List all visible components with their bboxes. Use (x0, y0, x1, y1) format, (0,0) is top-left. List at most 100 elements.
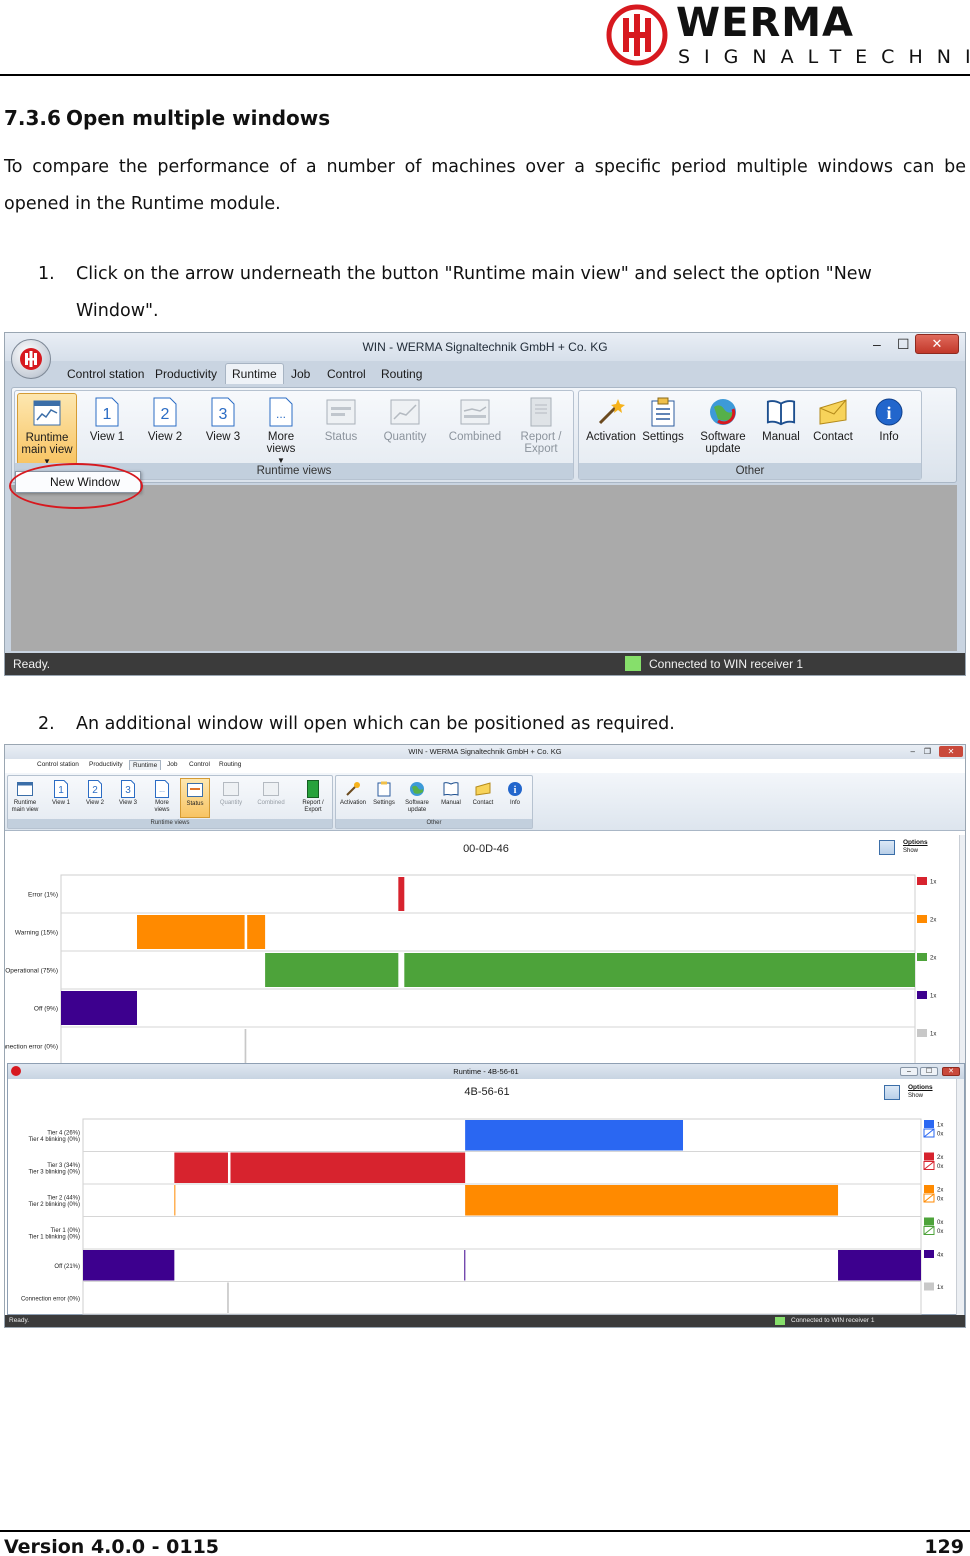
legend-swatch (917, 953, 927, 961)
timeline-segment[interactable] (244, 1029, 247, 1063)
timeline-segment[interactable] (137, 915, 245, 949)
quantity-button[interactable]: Quantity (216, 778, 246, 807)
ribbon: Runtime main view 1 View 1 2 View 2 3 Vi… (5, 773, 965, 831)
close-button[interactable]: ✕ (939, 746, 963, 757)
maximize-button[interactable]: ☐ (897, 336, 910, 353)
step-number: 2. (38, 714, 55, 734)
report-export-button[interactable]: Report / Export (511, 393, 571, 455)
activation-button[interactable]: Activation (338, 778, 368, 807)
quantity-button[interactable]: Quantity (375, 393, 435, 443)
contact-button[interactable]: Contact (803, 393, 863, 443)
status-button[interactable]: Status (311, 393, 371, 443)
screenshot-ribbon-new-window: WIN - WERMA Signaltechnik GmbH + Co. KG … (4, 332, 966, 676)
button-label: Combined (448, 431, 502, 443)
activation-button[interactable]: Activation (581, 393, 641, 443)
group-runtime-views: Runtime main view 1 View 1 2 View 2 3 Vi… (7, 775, 333, 829)
globe-update-icon (410, 782, 424, 796)
runtime-main-view-button[interactable]: Runtime main view ▼ (17, 393, 77, 466)
timeline-segment[interactable] (174, 1152, 228, 1184)
timeline-segment[interactable] (247, 915, 266, 949)
tab-job[interactable]: Job (167, 761, 177, 768)
combined-button[interactable]: Combined (445, 393, 505, 443)
window-title: WIN - WERMA Signaltechnik GmbH + Co. KG (362, 340, 608, 354)
view-3-button[interactable]: 3 View 3 (193, 393, 253, 443)
tab-routing[interactable]: Routing (219, 761, 241, 768)
report-export-button[interactable]: Report / Export (298, 778, 328, 814)
software-update-button[interactable]: Software update (693, 393, 753, 455)
tab-runtime[interactable]: Runtime (129, 760, 162, 770)
view-2-button[interactable]: 2 View 2 (80, 778, 110, 807)
software-update-button[interactable]: Software update (402, 778, 432, 814)
button-label: Contact (472, 800, 494, 806)
contact-button[interactable]: Contact (468, 778, 498, 807)
timeline-segment[interactable] (230, 1152, 466, 1184)
timeline-segment[interactable] (838, 1250, 921, 1281)
tab-productivity[interactable]: Productivity (155, 367, 217, 381)
tab-routing[interactable]: Routing (381, 367, 422, 381)
window-title-bar: WIN - WERMA Signaltechnik GmbH + Co. KG … (5, 333, 965, 361)
legend-swatch (924, 1282, 934, 1291)
row-label: Tier 4 (26%) (47, 1130, 80, 1136)
footer-rule (0, 1530, 970, 1532)
timeline-segment[interactable] (464, 1250, 466, 1281)
tab-control-station[interactable]: Control station (37, 761, 79, 768)
tab-productivity[interactable]: Productivity (89, 761, 123, 768)
legend-count: 2x (937, 1155, 943, 1161)
tab-runtime[interactable]: Runtime (225, 363, 284, 384)
row-label: Warning (15%) (15, 930, 58, 937)
tab-control[interactable]: Control (327, 367, 366, 381)
timeline-segment[interactable] (83, 1250, 175, 1281)
minimize-button[interactable]: – (873, 336, 881, 352)
info-icon: i (875, 398, 903, 426)
tab-control-station[interactable]: Control station (67, 367, 144, 381)
vertical-scrollbar[interactable] (959, 835, 965, 1063)
button-label: View 2 (86, 800, 104, 806)
settings-button[interactable]: Settings (369, 778, 399, 807)
timeline-segment[interactable] (398, 877, 405, 911)
timeline-segment[interactable] (265, 953, 399, 987)
timeline-segment[interactable] (61, 991, 138, 1025)
runtime-main-view-icon (17, 782, 33, 796)
view-1-button[interactable]: 1 View 1 (46, 778, 76, 807)
timeline-chart-main: Error (1%) 1x Warning (15%) 2x Operational (… (5, 874, 936, 1063)
minimize-button[interactable]: – (911, 745, 915, 759)
vertical-scrollbar[interactable] (956, 1079, 964, 1315)
view-1-icon: 1 (95, 397, 119, 427)
runtime-sub-window[interactable]: Runtime - 4B-56-61 – ☐ ✕ 4B-56-61 Option… (7, 1063, 965, 1315)
werma-emblem-icon (606, 4, 668, 66)
close-button[interactable]: ✕ (915, 334, 959, 354)
view-2-button[interactable]: 2 View 2 (135, 393, 195, 443)
view-3-button[interactable]: 3 View 3 (113, 778, 143, 807)
view-1-icon: 1 (54, 780, 68, 798)
tab-job[interactable]: Job (291, 367, 310, 381)
restore-button[interactable]: ❐ (924, 745, 931, 759)
status-text: Ready. (9, 1317, 30, 1324)
timeline-segment[interactable] (465, 1185, 839, 1216)
timeline-segment[interactable] (465, 1120, 684, 1151)
combined-button[interactable]: Combined (256, 778, 286, 807)
view-3-icon: 3 (211, 397, 235, 427)
more-views-button[interactable]: ... More views (147, 778, 177, 814)
button-label: Settings (373, 800, 395, 806)
runtime-main-view-button[interactable]: Runtime main view (10, 778, 40, 814)
tab-control[interactable]: Control (189, 761, 210, 768)
view-1-button[interactable]: 1 View 1 (77, 393, 137, 443)
manual-button[interactable]: Manual (751, 393, 811, 443)
settings-button[interactable]: Settings (633, 393, 693, 443)
timeline-segment[interactable] (174, 1185, 176, 1216)
row-label-secondary: Tier 4 blinking (0%) (29, 1137, 80, 1143)
button-label: Activation (586, 431, 636, 443)
timeline-segment[interactable] (227, 1282, 229, 1314)
button-label: Activation (339, 800, 366, 806)
status-button[interactable]: Status (180, 778, 210, 818)
more-views-button[interactable]: ... More views ▼ (251, 393, 311, 467)
button-label: main view (11, 807, 39, 813)
legend-count-blinking: 0x (937, 1164, 943, 1170)
info-button[interactable]: i Info (500, 778, 530, 807)
button-label: Quantity (383, 431, 427, 443)
manual-button[interactable]: Manual (436, 778, 466, 807)
timeline-segment[interactable] (404, 953, 915, 987)
section-number: 7.3.6 (4, 106, 61, 130)
legend-count: 1x (937, 1285, 943, 1291)
info-button[interactable]: i Info (859, 393, 919, 443)
